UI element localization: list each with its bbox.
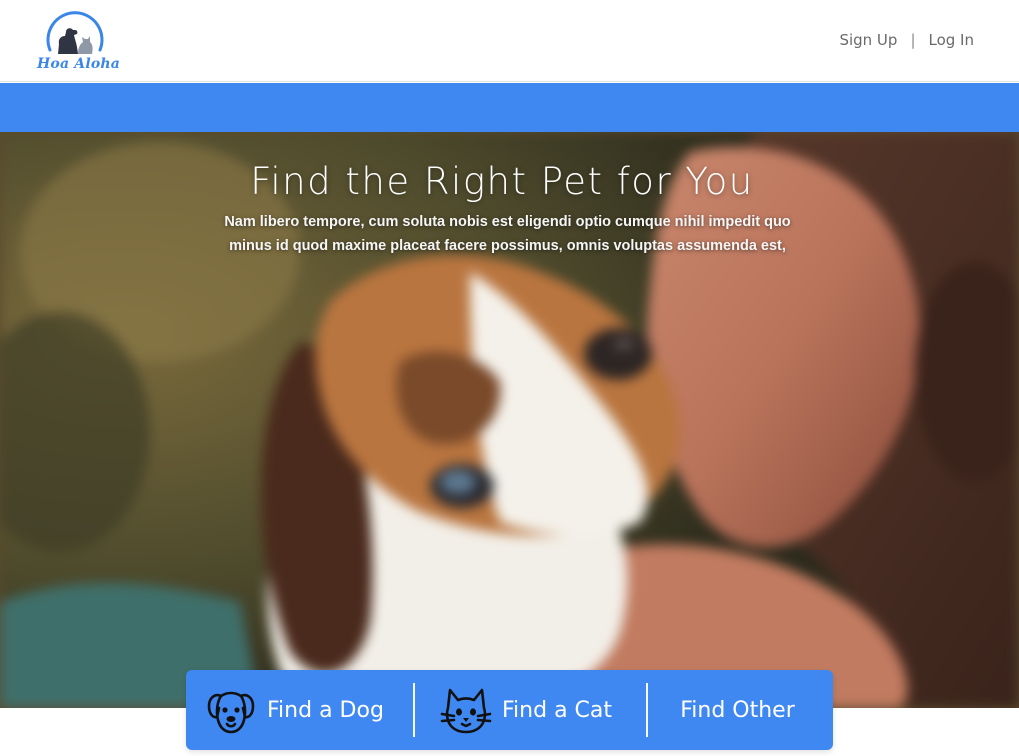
brand-logo[interactable]: Hoa Aloha xyxy=(34,8,120,76)
find-dog-label: Find a Dog xyxy=(267,697,384,723)
auth-separator: | xyxy=(910,31,916,49)
nav-bar xyxy=(0,83,1019,132)
hero-title: Find the Right Pet for You xyxy=(250,160,754,203)
find-other-label: Find Other xyxy=(680,697,795,723)
cat-face-icon xyxy=(440,688,492,734)
find-bar-divider xyxy=(646,683,648,737)
sign-up-link[interactable]: Sign Up xyxy=(839,31,897,49)
site-header: Hoa Aloha Sign Up | Log In xyxy=(0,0,1019,82)
dog-face-icon xyxy=(207,691,255,734)
find-other-button[interactable]: Find Other xyxy=(648,670,833,750)
hero-subtitle: Nam libero tempore, cum soluta nobis est… xyxy=(224,214,791,254)
auth-links: Sign Up | Log In xyxy=(839,31,974,49)
find-dog-button[interactable]: Find a Dog xyxy=(186,670,413,750)
log-in-link[interactable]: Log In xyxy=(929,31,975,49)
brand-name: Hoa Aloha xyxy=(37,56,121,72)
find-cat-label: Find a Cat xyxy=(502,697,613,723)
find-cat-button[interactable]: Find a Cat xyxy=(415,670,646,750)
find-pet-bar: Find a Dog Find a Cat Find Other xyxy=(186,670,833,750)
hero-banner: Find the Right Pet for You Nam libero te… xyxy=(0,132,1019,708)
find-bar-divider xyxy=(413,683,415,737)
